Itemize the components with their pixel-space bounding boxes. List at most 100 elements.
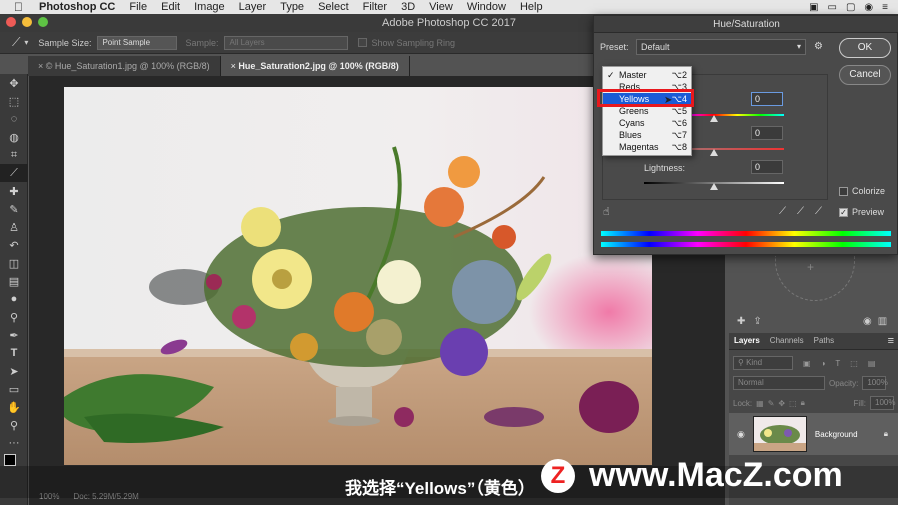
targeted-adjust-hand-icon[interactable]: ☝ bbox=[603, 205, 610, 218]
blend-mode-select[interactable]: Normal bbox=[733, 376, 825, 390]
eyedropper-tool-icon[interactable]: ⟋ bbox=[12, 35, 20, 50]
hand-tool-icon[interactable]: ✋ bbox=[0, 398, 28, 416]
export-icon[interactable]: ⇪ bbox=[753, 316, 761, 327]
close-icon[interactable]: × bbox=[231, 61, 236, 71]
lock-artboard-icon[interactable]: ⬚ bbox=[789, 399, 797, 408]
layer-row-background[interactable]: ◉ Background 🔒︎ bbox=[729, 413, 898, 455]
dropdown-item-magentas[interactable]: Magentas ⌥8 bbox=[603, 141, 691, 153]
menu-view[interactable]: View bbox=[429, 1, 453, 13]
menu-window[interactable]: Window bbox=[467, 1, 506, 13]
filter-pixel-icon[interactable]: ▣ bbox=[803, 359, 811, 368]
menu-image[interactable]: Image bbox=[194, 1, 225, 13]
filter-type-icon[interactable]: T bbox=[835, 359, 840, 368]
panel-menu-icon[interactable]: ≡ bbox=[888, 333, 894, 349]
lock-move-icon[interactable]: ✥ bbox=[778, 399, 785, 408]
chevron-down-icon[interactable]: ▾ bbox=[24, 38, 28, 47]
sample-size-select[interactable]: Point Sample bbox=[97, 35, 178, 50]
eyedropper-icon[interactable]: ⟋ bbox=[779, 206, 786, 217]
cancel-button[interactable]: Cancel bbox=[839, 65, 891, 85]
lock-all-icon[interactable]: 🔒︎ bbox=[801, 398, 805, 408]
brush-tool-icon[interactable]: ✎ bbox=[0, 200, 28, 218]
menu-help[interactable]: Help bbox=[520, 1, 543, 13]
filter-adjust-icon[interactable]: ◑ bbox=[821, 359, 826, 368]
layer-filter-select[interactable]: ⚲ Kind bbox=[733, 356, 793, 370]
menu-file[interactable]: File bbox=[129, 1, 147, 13]
add-adjustment-icon[interactable]: ✚ bbox=[737, 316, 745, 327]
tab-channels[interactable]: Channels bbox=[765, 333, 809, 349]
eyedropper-minus-icon[interactable]: ⟋ bbox=[815, 206, 822, 217]
fill-field[interactable]: 100% bbox=[870, 396, 895, 410]
menu-layer[interactable]: Layer bbox=[239, 1, 267, 13]
close-icon[interactable]: × bbox=[38, 61, 43, 71]
sample-label: Sample: bbox=[185, 37, 219, 48]
wechat-icon[interactable]: ▣ bbox=[809, 2, 818, 13]
clone-stamp-tool-icon[interactable]: ♙ bbox=[0, 218, 28, 236]
show-sampling-ring-checkbox[interactable] bbox=[358, 38, 368, 47]
eyedropper-plus-icon[interactable]: ⟋ bbox=[797, 206, 804, 217]
dropdown-item-cyans[interactable]: Cyans ⌥6 bbox=[603, 117, 691, 129]
eye-visibility-icon[interactable]: ◉ bbox=[737, 429, 745, 440]
tab-hue-saturation1[interactable]: × © Hue_Saturation1.jpg @ 100% (RGB/8) bbox=[28, 56, 221, 76]
more-tools-icon[interactable]: ··· bbox=[0, 434, 28, 452]
hue-slider-thumb[interactable] bbox=[710, 115, 718, 122]
marquee-tool-icon[interactable]: ⬚ bbox=[0, 92, 28, 110]
trash-icon[interactable]: ▥ bbox=[878, 316, 887, 327]
tab-layers[interactable]: Layers bbox=[729, 333, 765, 349]
gradient-tool-icon[interactable]: ▤ bbox=[0, 272, 28, 290]
preview-checkbox[interactable]: ✓ bbox=[839, 208, 848, 217]
foreground-color-swatch[interactable] bbox=[4, 454, 16, 466]
menu-filter[interactable]: Filter bbox=[363, 1, 387, 13]
lasso-tool-icon[interactable]: ◌ bbox=[0, 110, 28, 128]
eyedropper-tool-icon[interactable]: ⟋ bbox=[0, 164, 28, 182]
preview-label: Preview bbox=[852, 207, 885, 217]
display-icon[interactable]: ▢ bbox=[846, 2, 855, 13]
filter-smart-icon[interactable]: ▤ bbox=[868, 359, 876, 368]
visibility-icon[interactable]: ◉ bbox=[863, 316, 872, 327]
menu-3d[interactable]: 3D bbox=[401, 1, 415, 13]
colorize-checkbox[interactable] bbox=[839, 187, 848, 196]
menu-edit[interactable]: Edit bbox=[161, 1, 180, 13]
user-icon[interactable]: ◉ bbox=[864, 2, 873, 13]
dropdown-item-master[interactable]: ✓ Master ⌥2 bbox=[603, 69, 691, 81]
saturation-field[interactable]: 0 bbox=[751, 126, 783, 140]
dodge-tool-icon[interactable]: ⚲ bbox=[0, 308, 28, 326]
move-tool-icon[interactable]: ✥ bbox=[0, 74, 28, 92]
lightness-slider-thumb[interactable] bbox=[710, 183, 718, 190]
opacity-field[interactable]: 100% bbox=[862, 376, 888, 390]
crop-tool-icon[interactable]: ⌗ bbox=[0, 146, 28, 164]
airplay-icon[interactable]: ▭ bbox=[828, 2, 837, 13]
zoom-tool-icon[interactable]: ⚲ bbox=[0, 416, 28, 434]
quick-select-tool-icon[interactable]: ◍ bbox=[0, 128, 28, 146]
path-select-tool-icon[interactable]: ➤ bbox=[0, 362, 28, 380]
type-tool-icon[interactable]: T bbox=[0, 344, 28, 362]
ok-button[interactable]: OK bbox=[839, 38, 891, 58]
hue-field[interactable]: 0 bbox=[751, 92, 783, 106]
zoom-window-button[interactable] bbox=[38, 17, 48, 27]
menu-list-icon[interactable]: ≡ bbox=[882, 2, 888, 13]
sample-select[interactable]: All Layers bbox=[224, 35, 349, 50]
lock-paint-icon[interactable]: ✎ bbox=[768, 399, 775, 408]
saturation-slider-thumb[interactable] bbox=[710, 149, 718, 156]
lightness-field[interactable]: 0 bbox=[751, 160, 783, 174]
blur-tool-icon[interactable]: ● bbox=[0, 290, 28, 308]
pen-tool-icon[interactable]: ✒ bbox=[0, 326, 28, 344]
minimize-window-button[interactable] bbox=[22, 17, 32, 27]
history-brush-tool-icon[interactable]: ↶ bbox=[0, 236, 28, 254]
rectangle-tool-icon[interactable]: ▭ bbox=[0, 380, 28, 398]
filter-shape-icon[interactable]: ⬚ bbox=[850, 359, 858, 368]
tab-paths[interactable]: Paths bbox=[809, 333, 839, 349]
eraser-tool-icon[interactable]: ◫ bbox=[0, 254, 28, 272]
dropdown-item-blues[interactable]: Blues ⌥7 bbox=[603, 129, 691, 141]
layer-name: Background bbox=[814, 429, 858, 439]
menu-select[interactable]: Select bbox=[318, 1, 349, 13]
preset-select[interactable]: Default ▾ bbox=[636, 39, 806, 55]
healing-brush-tool-icon[interactable]: ✚ bbox=[0, 182, 28, 200]
menu-type[interactable]: Type bbox=[280, 1, 304, 13]
close-window-button[interactable] bbox=[6, 17, 16, 27]
tab-hue-saturation2[interactable]: × Hue_Saturation2.jpg @ 100% (RGB/8) bbox=[220, 56, 410, 76]
apple-icon[interactable]:  bbox=[14, 0, 23, 14]
app-menu[interactable]: Photoshop CC bbox=[39, 1, 115, 13]
preset-options-gear-icon[interactable]: ⚙ bbox=[814, 41, 823, 52]
document-photo[interactable] bbox=[64, 87, 652, 465]
lock-pixels-icon[interactable]: ▦ bbox=[756, 399, 764, 408]
